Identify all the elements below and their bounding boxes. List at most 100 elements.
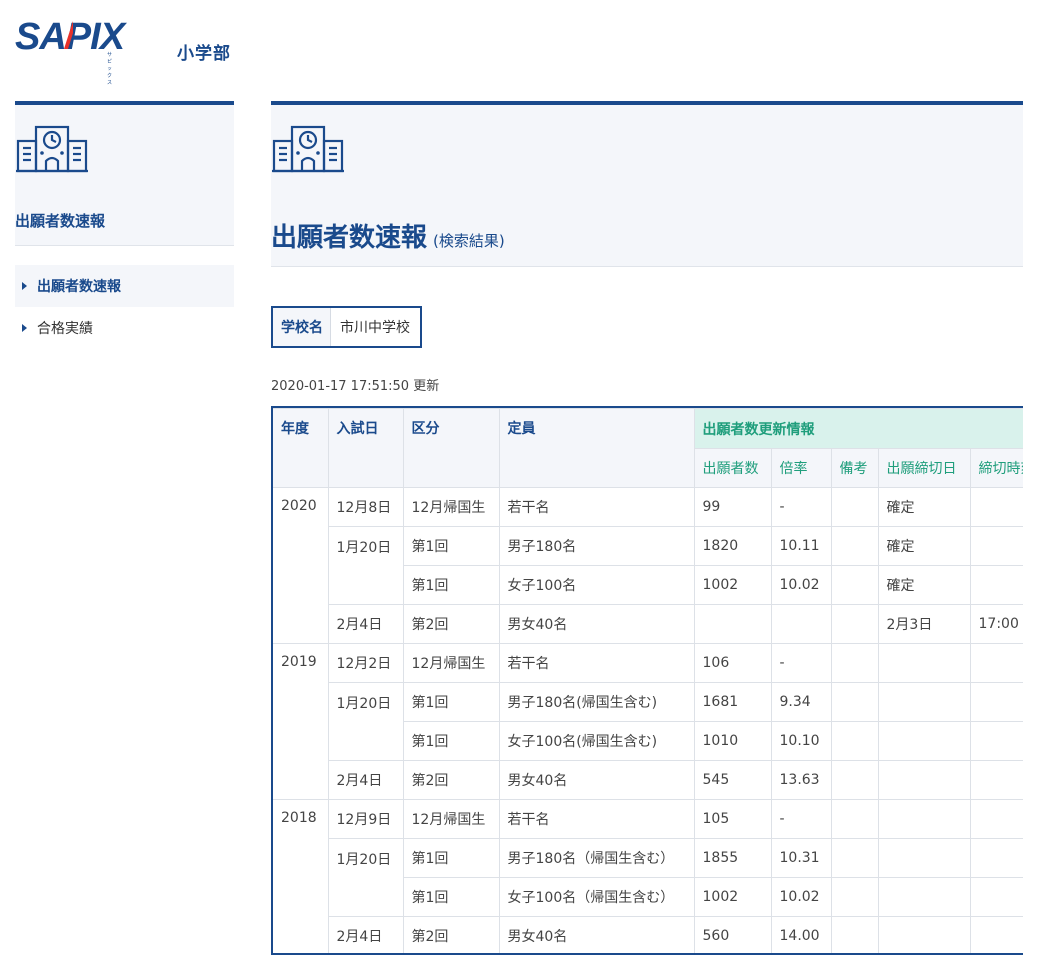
- cell-deadline: 確定: [877, 487, 971, 527]
- header-deadline-time: 締切時刻: [969, 448, 1023, 488]
- cell-ratio: -: [770, 643, 832, 683]
- cell-deadline: [877, 799, 971, 839]
- cell-applicants: [693, 604, 772, 644]
- cell-date: 12月2日: [327, 643, 404, 683]
- cell-deadline: 確定: [877, 565, 971, 605]
- header-exam-date: 入試日: [327, 408, 404, 488]
- table-row: 1月20日 第1回 男子180名（帰国生含む） 1855 10.31: [273, 838, 1023, 917]
- cell-ratio: -: [770, 487, 832, 527]
- cell-capacity: 男女40名: [498, 604, 695, 644]
- cell-capacity: 女子100名: [498, 565, 695, 605]
- table-row: 1月20日 第1回 男子180名 1820 10.11 確定: [273, 526, 1023, 605]
- cell-ratio: -: [770, 799, 832, 839]
- sidebar-item-pass-results[interactable]: 合格実績: [15, 307, 234, 349]
- cell-category: 第2回: [402, 604, 500, 644]
- cell-capacity: 若干名: [498, 487, 695, 527]
- cell-date: 12月8日: [327, 487, 404, 527]
- cell-time: [969, 799, 1023, 839]
- sidebar-header: 出願者数速報: [15, 101, 234, 246]
- cell-category: 第1回: [403, 565, 500, 605]
- cell-category: 第1回: [403, 877, 500, 917]
- cell-applicants: 1002: [693, 877, 772, 917]
- cell-category: 12月帰国生: [402, 643, 500, 683]
- sidebar-item-label: 合格実績: [37, 321, 93, 337]
- cell-capacity: 女子100名(帰国生含む): [498, 721, 695, 761]
- cell-ratio: 10.02: [770, 565, 832, 605]
- cell-category: 第1回: [402, 838, 500, 878]
- cell-deadline: [877, 721, 971, 761]
- cell-category: 第1回: [403, 721, 500, 761]
- cell-applicants: 560: [693, 916, 772, 953]
- cell-date: 1月20日: [328, 838, 404, 917]
- cell-date: 2月4日: [328, 760, 404, 800]
- cell-notes: [830, 643, 879, 683]
- cell-date: 1月20日: [328, 526, 404, 605]
- cell-time: [969, 526, 1023, 566]
- cell-deadline: [877, 916, 971, 953]
- cell-date: 2月4日: [328, 916, 404, 953]
- cell-applicants: 545: [693, 760, 772, 800]
- cell-applicants: 1855: [693, 838, 772, 878]
- table-row: 2月4日 第2回 男女40名 2月3日 17:00: [273, 604, 1023, 644]
- cell-capacity: 女子100名（帰国生含む）: [498, 877, 695, 917]
- cell-notes: [830, 838, 879, 878]
- cell-notes: [830, 877, 879, 917]
- cell-deadline: [877, 838, 971, 878]
- cell-time: [969, 565, 1023, 605]
- table-row: 2020 12月8日 12月帰国生 若干名 99 - 確定: [273, 487, 1023, 644]
- sidebar-item-applicant-report[interactable]: 出願者数速報: [15, 265, 234, 307]
- school-filter: 学校名 市川中学校: [271, 306, 422, 348]
- cell-ratio: 10.11: [770, 526, 832, 566]
- cell-ratio: 14.00: [770, 916, 832, 953]
- cell-time: [969, 682, 1023, 722]
- cell-ratio: 10.10: [770, 721, 832, 761]
- cell-capacity: 男女40名: [498, 916, 695, 953]
- caret-right-icon: [22, 324, 27, 332]
- caret-right-icon: [22, 282, 27, 290]
- cell-ratio: 10.02: [770, 877, 832, 917]
- cell-time: [969, 760, 1023, 800]
- school-building-icon: [16, 125, 88, 173]
- table-row: 2月4日 第2回 男女40名 545 13.63: [273, 760, 1023, 800]
- cell-time: [969, 487, 1023, 527]
- header-update-group: 出願者数更新情報: [693, 408, 1023, 449]
- header-capacity: 定員: [498, 408, 695, 488]
- cell-time: [969, 838, 1023, 878]
- header-category: 区分: [402, 408, 500, 488]
- cell-deadline: 確定: [877, 526, 971, 566]
- cell-capacity: 男子180名（帰国生含む）: [498, 838, 695, 878]
- table-row: 2019 12月2日 12月帰国生 若干名 106 -: [273, 643, 1023, 800]
- cell-notes: [830, 487, 879, 527]
- cell-deadline: [877, 643, 971, 683]
- sidebar: 出願者数速報 出願者数速報 合格実績: [15, 101, 234, 349]
- table-row: 2018 12月9日 12月帰国生 若干名 105 -: [273, 799, 1023, 953]
- cell-category: 12月帰国生: [402, 487, 500, 527]
- cell-date: 12月9日: [327, 799, 404, 839]
- cell-applicants: 1820: [693, 526, 772, 566]
- page-title: 出願者数速報 (検索結果): [271, 217, 505, 254]
- cell-time: [969, 643, 1023, 683]
- cell-capacity: 男子180名(帰国生含む): [498, 682, 695, 722]
- table-row: 1月20日 第1回 男子180名(帰国生含む) 1681 9.34: [273, 682, 1023, 761]
- cell-year: 2018: [273, 799, 329, 953]
- cell-notes: [830, 916, 879, 953]
- cell-notes: [830, 682, 879, 722]
- main-header: 出願者数速報 (検索結果): [271, 101, 1023, 267]
- cell-notes: [830, 604, 879, 644]
- cell-applicants: 99: [693, 487, 772, 527]
- school-label: 学校名: [273, 308, 331, 346]
- cell-category: 12月帰国生: [402, 799, 500, 839]
- cell-deadline: 2月3日: [877, 604, 971, 644]
- logo-division: 小学部: [177, 44, 231, 64]
- sidebar-title: 出願者数速報: [15, 212, 106, 230]
- cell-time: [969, 877, 1023, 917]
- cell-capacity: 若干名: [498, 799, 695, 839]
- header-applicants: 出願者数: [694, 448, 772, 488]
- cell-year: 2019: [273, 643, 329, 800]
- cell-date: 2月4日: [328, 604, 404, 644]
- cell-time: [969, 721, 1023, 761]
- table-row: 2月4日 第2回 男女40名 560 14.00: [273, 916, 1023, 953]
- cell-ratio: 9.34: [770, 682, 832, 722]
- cell-ratio: 13.63: [770, 760, 832, 800]
- header-year: 年度: [273, 408, 329, 488]
